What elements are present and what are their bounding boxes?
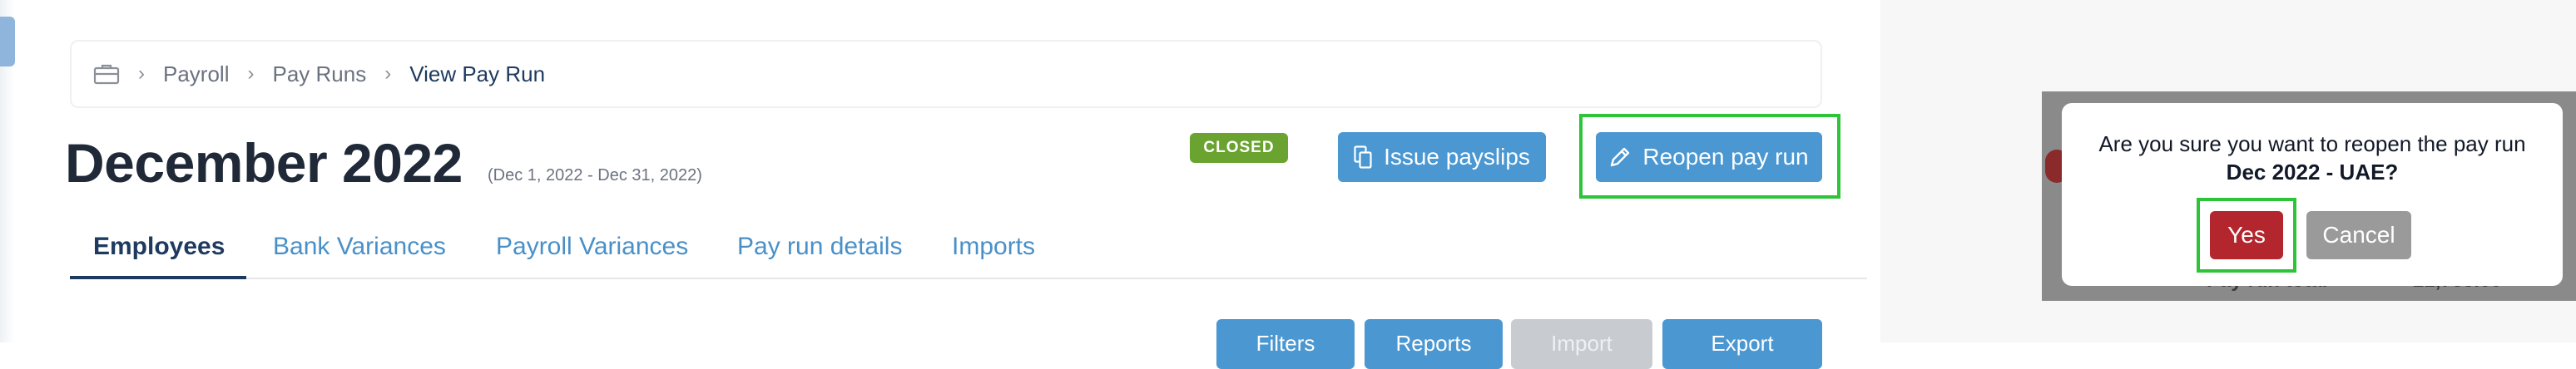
copy-icon bbox=[1354, 145, 1372, 169]
date-range: (Dec 1, 2022 - Dec 31, 2022) bbox=[488, 166, 702, 184]
breadcrumb-view-pay-run: View Pay Run bbox=[409, 61, 546, 86]
dialog-message: Are you sure you want to reopen the pay … bbox=[2062, 130, 2563, 186]
tab-bar: Employees Bank Variances Payroll Varianc… bbox=[70, 223, 1867, 279]
page-title: December 2022 bbox=[65, 132, 463, 194]
issue-payslips-label: Issue payslips bbox=[1384, 144, 1530, 170]
chevron-right-icon: › bbox=[138, 62, 145, 85]
breadcrumb: › Payroll › Pay Runs › View Pay Run bbox=[70, 40, 1822, 108]
briefcase-icon[interactable] bbox=[93, 63, 120, 85]
filters-button[interactable]: Filters bbox=[1216, 319, 1355, 369]
tab-imports[interactable]: Imports bbox=[952, 233, 1035, 261]
breadcrumb-pay-runs[interactable]: Pay Runs bbox=[272, 61, 366, 87]
active-tab-indicator bbox=[70, 276, 246, 279]
dialog-subject: Dec 2022 - UAE? bbox=[2226, 160, 2399, 184]
dialog-question: Are you sure you want to reopen the pay … bbox=[2098, 131, 2526, 156]
import-button[interactable]: Import bbox=[1511, 319, 1652, 369]
status-badge: CLOSED bbox=[1190, 133, 1288, 163]
pay-run-page: › Payroll › Pay Runs › View Pay Run Dece… bbox=[0, 0, 1880, 369]
reopen-pay-run-label: Reopen pay run bbox=[1642, 144, 1809, 170]
reopen-pay-run-button[interactable]: Reopen pay run bbox=[1596, 132, 1822, 182]
reports-button[interactable]: Reports bbox=[1365, 319, 1503, 369]
breadcrumb-payroll[interactable]: Payroll bbox=[163, 61, 229, 87]
issue-payslips-button[interactable]: Issue payslips bbox=[1338, 132, 1546, 182]
sidebar-toggle[interactable] bbox=[0, 17, 15, 66]
pencil-icon bbox=[1611, 147, 1630, 167]
export-button[interactable]: Export bbox=[1662, 319, 1822, 369]
tab-bank-variances[interactable]: Bank Variances bbox=[273, 233, 446, 261]
tab-payroll-variances[interactable]: Payroll Variances bbox=[496, 233, 688, 261]
cancel-button[interactable]: Cancel bbox=[2306, 211, 2411, 259]
chevron-right-icon: › bbox=[247, 62, 255, 85]
tab-employees[interactable]: Employees bbox=[93, 233, 225, 261]
yes-button[interactable]: Yes bbox=[2210, 211, 2283, 259]
tab-pay-run-details[interactable]: Pay run details bbox=[737, 233, 902, 261]
chevron-right-icon: › bbox=[384, 62, 392, 85]
